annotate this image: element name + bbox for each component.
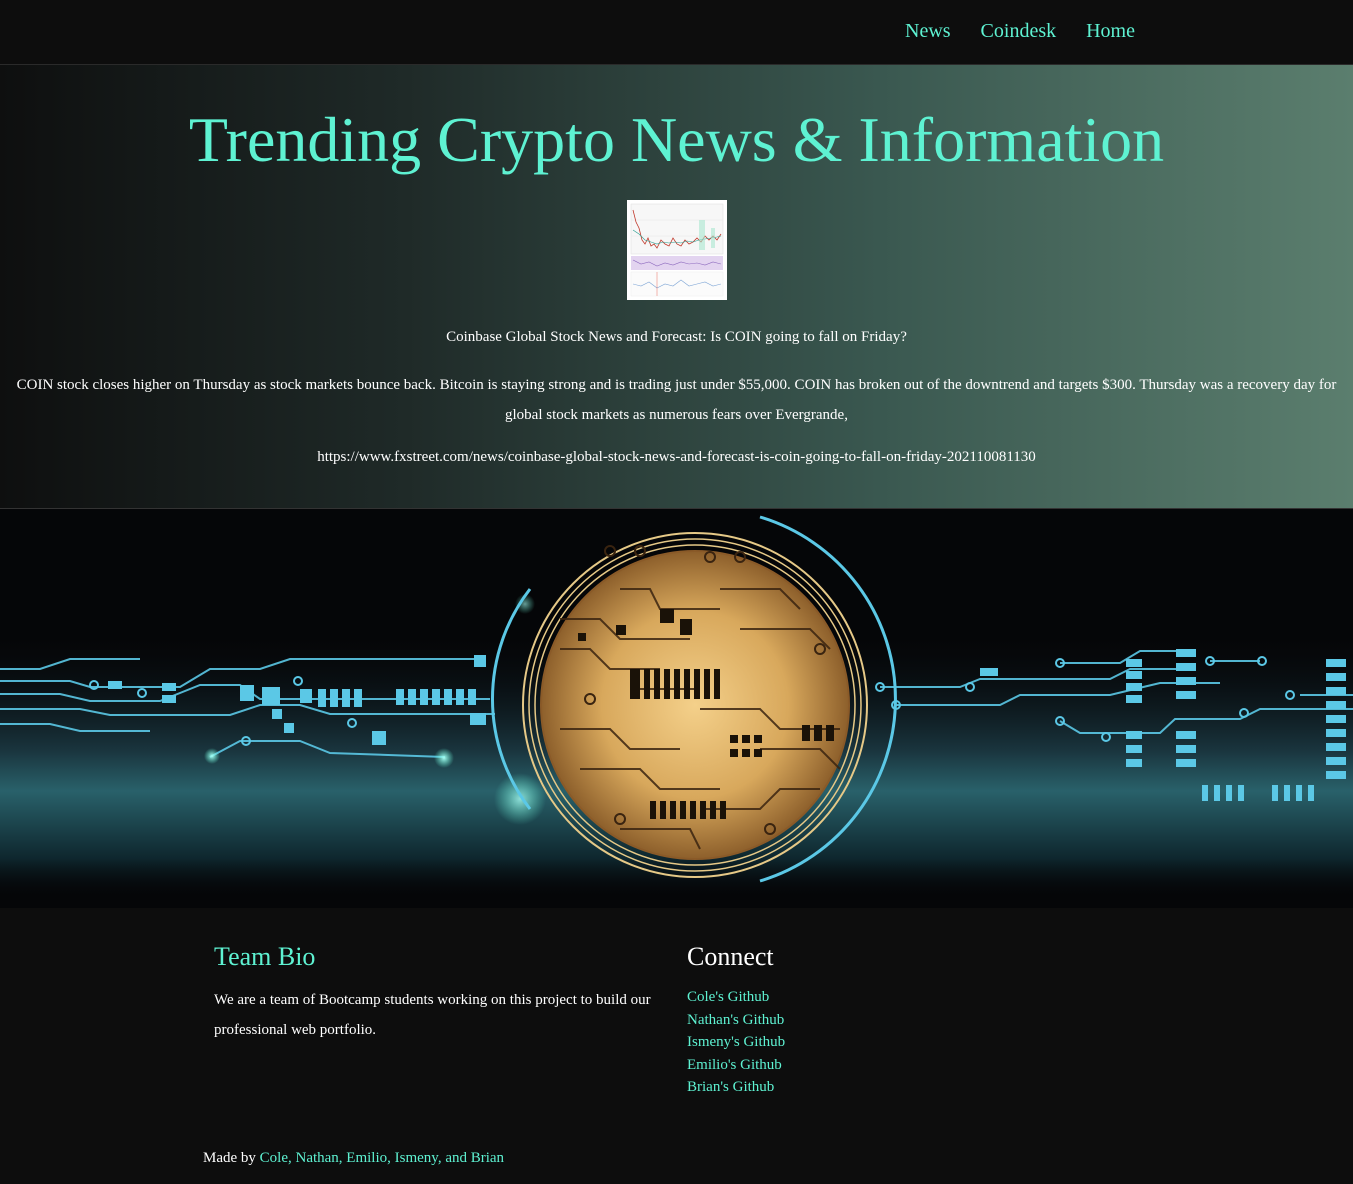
article-thumbnail [627,200,727,300]
list-item: Nathan's Github [687,1009,785,1032]
list-item: Emilio's Github [687,1054,785,1077]
connect-links: Cole's Github Nathan's Github Ismeny's G… [687,986,785,1099]
credit-line: Made by Cole, Nathan, Emilio, Ismeny, an… [203,1148,504,1168]
credit-names-link[interactable]: Cole, Nathan, Emilio, Ismeny, and Brian [260,1150,504,1166]
footer: Team Bio We are a team of Bootcamp stude… [0,908,1353,1184]
article-description: COIN stock closes higher on Thursday as … [16,377,1337,423]
connect-heading: Connect [687,942,774,971]
team-bio-heading: Team Bio [214,942,316,971]
page-title: Trending Crypto News & Information [188,104,1165,175]
news-hero: Trending Crypto News & Information Coinb… [0,65,1353,509]
nathan-github-link[interactable]: Nathan's Github [687,1012,784,1028]
article-title: Coinbase Global Stock News and Forecast:… [446,329,907,345]
team-bio-text: We are a team of Bootcamp students worki… [214,992,651,1038]
nav-links: News Coindesk Home [905,18,1135,44]
bitcoin-circuit-banner [0,509,1353,908]
article-url[interactable]: https://www.fxstreet.com/news/coinbase-g… [0,447,1353,467]
nav-link-coindesk[interactable]: Coindesk [981,18,1057,44]
brian-github-link[interactable]: Brian's Github [687,1079,774,1095]
nav-link-home[interactable]: Home [1086,18,1135,44]
nav-link-news[interactable]: News [905,18,951,44]
bitcoin-circuit-image [0,509,1353,908]
credit-prefix: Made by [203,1150,256,1166]
navbar: News Coindesk Home [0,0,1353,65]
list-item: Ismeny's Github [687,1031,785,1054]
stock-chart-thumbnail-image [627,200,727,300]
list-item: Brian's Github [687,1076,785,1099]
ismeny-github-link[interactable]: Ismeny's Github [687,1034,785,1050]
cole-github-link[interactable]: Cole's Github [687,989,769,1005]
emilio-github-link[interactable]: Emilio's Github [687,1057,782,1073]
list-item: Cole's Github [687,986,785,1009]
